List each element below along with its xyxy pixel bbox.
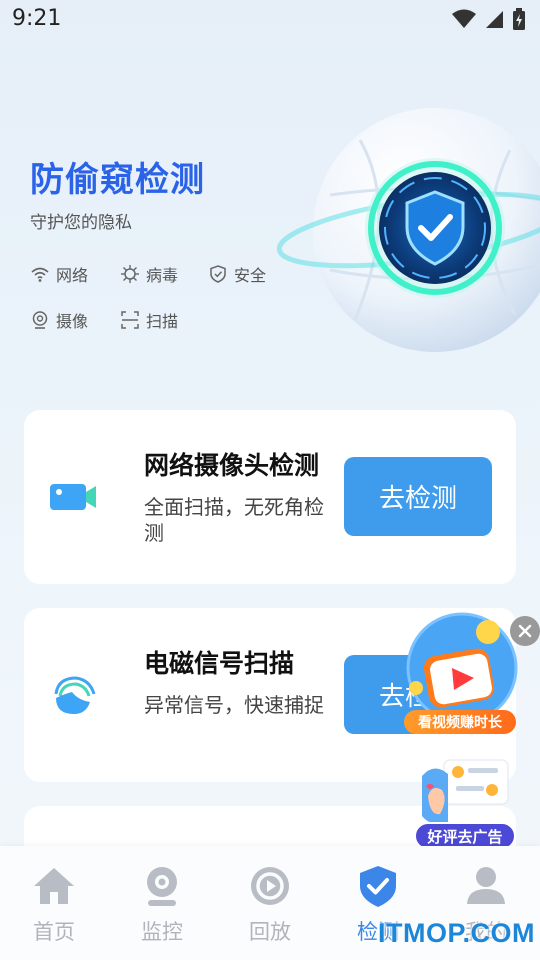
shield-icon bbox=[210, 265, 226, 283]
page-subtitle: 守护您的隐私 bbox=[30, 213, 132, 233]
status-time: 9:21 bbox=[12, 6, 62, 31]
tag-safety: 安全 bbox=[208, 262, 266, 286]
watch-video-ad-label[interactable]: 看视频赚时长 bbox=[404, 710, 516, 734]
tag-virus: 病毒 bbox=[120, 262, 178, 286]
card-description: 全面扫描，无死角检测 bbox=[144, 495, 324, 545]
profile-icon bbox=[467, 867, 505, 904]
nav-label: 回放 bbox=[249, 920, 291, 944]
wifi-signal-icon bbox=[452, 9, 476, 28]
nav-label: 监控 bbox=[141, 920, 183, 944]
tag-network: 网络 bbox=[30, 262, 88, 286]
status-bar: 9:21 bbox=[0, 0, 540, 40]
tag-label: 病毒 bbox=[146, 266, 179, 285]
nav-label: 首页 bbox=[33, 920, 75, 944]
nav-item-replay[interactable]: 回放 bbox=[230, 862, 310, 946]
video-camera-icon bbox=[50, 484, 96, 510]
monitor-camera-icon bbox=[147, 867, 177, 906]
close-ad-button[interactable] bbox=[510, 616, 540, 646]
page-title: 防偷窥检测 bbox=[30, 160, 205, 200]
cellular-signal-icon bbox=[486, 11, 503, 28]
watermark: ITMOP.COM bbox=[378, 918, 536, 948]
replay-icon bbox=[251, 867, 289, 905]
tag-scan: 扫描 bbox=[120, 308, 178, 332]
signal-icon bbox=[54, 676, 96, 714]
close-icon bbox=[518, 624, 532, 638]
home-icon bbox=[34, 868, 74, 904]
card-webcam-detection[interactable]: 网络摄像头检测 全面扫描，无死角检测 去检测 bbox=[24, 410, 516, 584]
tag-label: 网络 bbox=[56, 266, 89, 285]
nav-item-home[interactable]: 首页 bbox=[14, 862, 94, 946]
tag-label: 摄像 bbox=[56, 312, 89, 331]
shield-globe-illustration bbox=[276, 108, 540, 352]
review-remove-ads-widget[interactable] bbox=[418, 756, 514, 830]
card-description: 异常信号，快速捕捉 bbox=[144, 693, 324, 717]
card-title: 电磁信号扫描 bbox=[144, 649, 295, 678]
shield-check-icon bbox=[360, 866, 396, 907]
go-detect-button[interactable]: 去检测 bbox=[344, 457, 492, 536]
tag-label: 安全 bbox=[234, 266, 267, 285]
card-title: 网络摄像头检测 bbox=[144, 451, 320, 480]
battery-icon bbox=[513, 8, 525, 30]
tag-label: 扫描 bbox=[146, 312, 179, 331]
status-icons bbox=[452, 8, 526, 30]
tag-camera: 摄像 bbox=[30, 308, 88, 332]
nav-item-monitor[interactable]: 监控 bbox=[122, 862, 202, 946]
virus-icon bbox=[121, 265, 139, 283]
webcam-icon bbox=[32, 311, 48, 329]
wifi-icon bbox=[31, 267, 49, 282]
scan-icon bbox=[121, 311, 139, 329]
